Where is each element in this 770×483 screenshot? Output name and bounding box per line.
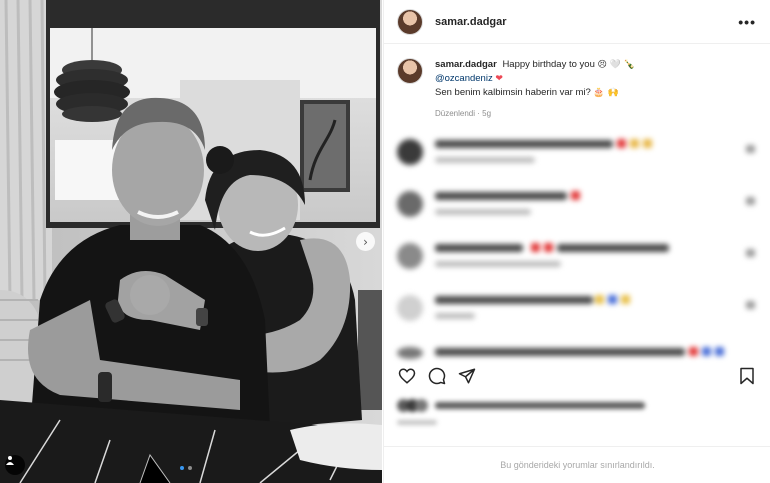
list-item	[397, 185, 757, 237]
photo-illustration	[0, 0, 382, 483]
post-actions	[397, 364, 757, 388]
list-item	[397, 133, 757, 185]
caption-text: Happy birthday to you	[502, 59, 595, 70]
share-button[interactable]	[457, 366, 477, 386]
caption-username[interactable]: samar.dadgar	[435, 59, 497, 70]
chevron-right-icon: ›	[363, 234, 368, 249]
post-header: samar.dadgar •••	[384, 0, 770, 44]
avatar[interactable]	[397, 58, 423, 84]
tagged-user-icon	[6, 456, 14, 465]
caption-emoji: 🎂 🙌	[593, 88, 619, 98]
carousel-indicator	[180, 466, 192, 470]
save-button[interactable]	[737, 366, 757, 386]
more-options-icon[interactable]: •••	[738, 14, 756, 30]
post-side-panel: samar.dadgar ••• samar.dadgar Happy birt…	[383, 0, 770, 483]
carousel-next-button[interactable]: ›	[356, 232, 375, 251]
mention-link[interactable]: @ozcandeniz	[435, 73, 493, 84]
list-item	[397, 289, 757, 341]
list-item	[397, 341, 757, 359]
heart-icon	[398, 368, 416, 384]
likes-summary	[397, 398, 697, 428]
caption: samar.dadgar Happy birthday to you 😣 🤍 🍾…	[397, 58, 757, 120]
carousel-dot-active	[180, 466, 184, 470]
caption-emoji: 😣 🤍 🍾	[597, 60, 636, 70]
header-username[interactable]: samar.dadgar	[435, 16, 507, 28]
avatar[interactable]	[397, 8, 423, 35]
comments-limited-notice: Bu gönderideki yorumlar sınırlandırıldı.	[384, 446, 770, 483]
carousel-dot	[188, 466, 192, 470]
caption-text: Sen benim kalbimsin haberin var mi?	[435, 87, 591, 98]
comments-list	[397, 133, 757, 359]
heart-emoji: ❤	[495, 74, 503, 84]
comment-button[interactable]	[427, 366, 447, 386]
tagged-users-button[interactable]	[5, 455, 25, 475]
bookmark-icon	[740, 367, 754, 385]
comment-icon	[428, 367, 446, 385]
share-icon	[458, 368, 476, 384]
like-button[interactable]	[397, 366, 417, 386]
list-item	[397, 237, 757, 289]
post-photo[interactable]: ›	[0, 0, 382, 483]
caption-meta: Düzenlendi · 5g	[435, 109, 492, 118]
